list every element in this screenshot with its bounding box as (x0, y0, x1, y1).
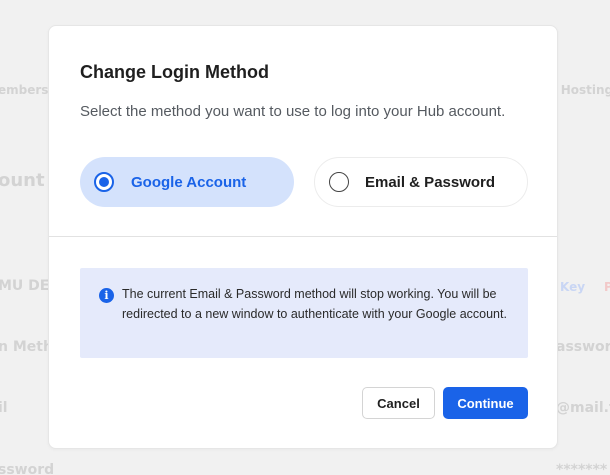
radio-checked-icon[interactable] (94, 172, 114, 192)
continue-button[interactable]: Continue (443, 387, 528, 419)
bg-key-link: Key (560, 280, 586, 294)
info-notice: i The current Email & Password method wi… (80, 268, 528, 358)
info-icon: i (99, 288, 114, 303)
bg-mail-text: @mail.tl (556, 400, 610, 416)
radio-unchecked-icon[interactable] (329, 172, 349, 192)
login-method-options: Google Account Email & Password (80, 157, 528, 207)
email-password-label: Email & Password (365, 173, 496, 191)
modal-title: Change Login Method (80, 62, 269, 82)
bg-l-text: il (0, 400, 8, 416)
bg-stars-text: ******* (556, 462, 608, 475)
google-account-label: Google Account (131, 173, 247, 191)
cancel-button[interactable]: Cancel (362, 387, 435, 419)
modal-subtitle: Select the method you want to use to log… (80, 103, 506, 120)
notice-text: The current Email & Password method will… (122, 287, 507, 321)
bg-p-text: P (604, 280, 610, 294)
divider (49, 236, 557, 237)
email-password-option[interactable]: Email & Password (314, 157, 528, 207)
google-account-option[interactable]: Google Account (80, 157, 294, 207)
change-login-method-modal: Change Login Method Select the method yo… (48, 25, 558, 449)
bg-password-text: assword (556, 339, 610, 355)
bg-sword-text: ssword (0, 462, 55, 475)
